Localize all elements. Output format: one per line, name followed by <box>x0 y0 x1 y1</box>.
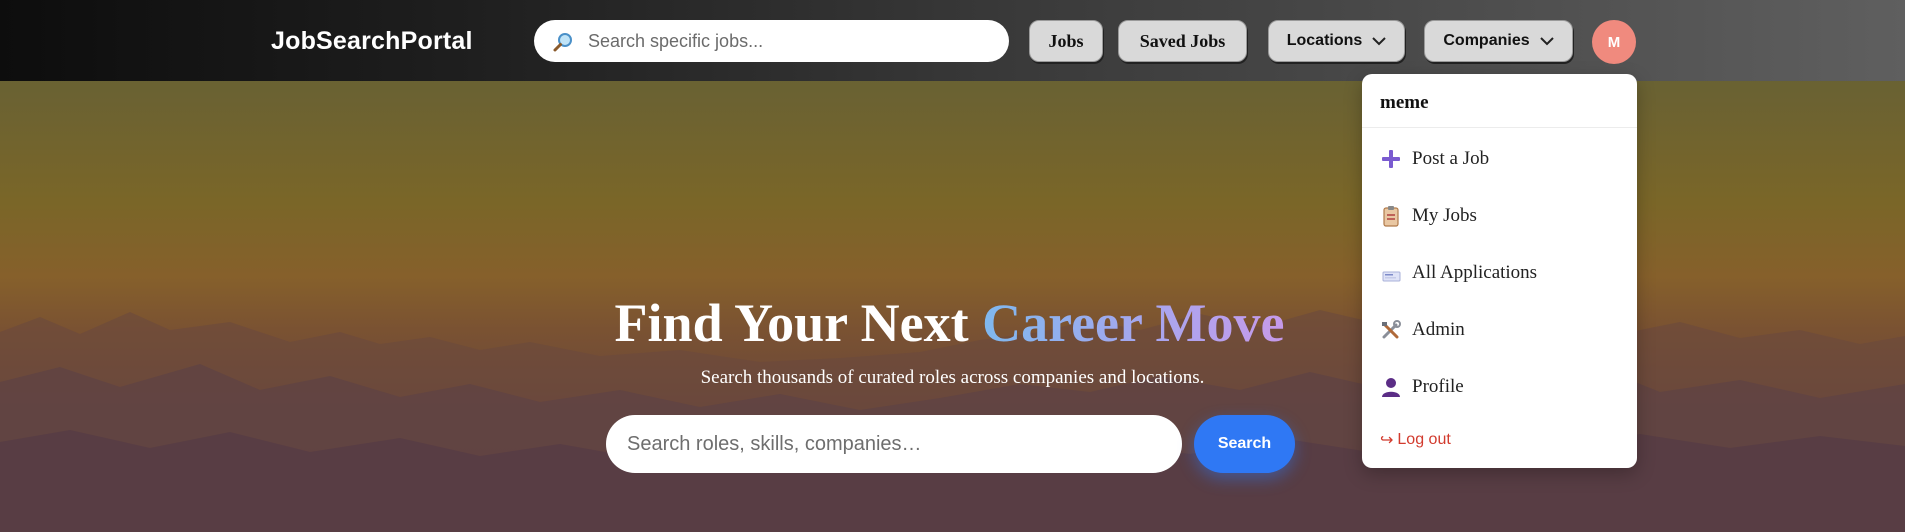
saved-jobs-button-label: Saved Jobs <box>1139 30 1226 51</box>
top-navbar: JobSearchPortal Jobs Saved Jobs Location… <box>0 0 1905 81</box>
saved-jobs-button[interactable]: Saved Jobs <box>1118 20 1247 62</box>
dropdown-username: meme <box>1380 92 1429 113</box>
menu-item-all-applications[interactable]: All Applications <box>1380 258 1537 288</box>
menu-item-label: All Applications <box>1412 262 1538 283</box>
menu-item-admin[interactable]: Admin <box>1380 315 1465 345</box>
menu-item-profile[interactable]: Profile <box>1380 372 1464 402</box>
user-menu-dropdown: meme Post a Job My Jobs All Applications… <box>1362 74 1637 468</box>
magnifier-icon <box>552 31 574 53</box>
dropdown-divider <box>1362 127 1637 128</box>
logout-link[interactable]: ↪ Log out <box>1380 430 1451 450</box>
companies-button-label: Companies <box>1443 32 1530 49</box>
user-avatar[interactable]: M <box>1592 20 1636 64</box>
plus-icon <box>1380 148 1402 170</box>
menu-item-my-jobs[interactable]: My Jobs <box>1380 201 1477 231</box>
logout-label: Log out <box>1397 431 1451 448</box>
jobs-button-label: Jobs <box>1048 30 1084 51</box>
chevron-down-icon <box>1539 36 1554 45</box>
menu-item-label: Profile <box>1412 376 1464 397</box>
hero-search-input[interactable] <box>627 429 1157 459</box>
chevron-down-icon <box>1372 36 1386 45</box>
cards-icon <box>1380 262 1402 284</box>
nav-search-box[interactable] <box>534 20 1009 62</box>
locations-button-label: Locations <box>1286 32 1363 49</box>
brand-logo[interactable]: JobSearchPortal <box>271 27 473 56</box>
companies-dropdown-button[interactable]: Companies <box>1424 20 1573 62</box>
menu-item-label: Post a Job <box>1412 148 1490 169</box>
hero-title-accent: Career Move <box>982 293 1285 353</box>
nav-search-input[interactable] <box>588 28 988 54</box>
locations-dropdown-button[interactable]: Locations <box>1268 20 1405 62</box>
menu-item-label: My Jobs <box>1412 205 1477 226</box>
jobs-button[interactable]: Jobs <box>1029 20 1103 62</box>
menu-item-post-a-job[interactable]: Post a Job <box>1380 144 1489 174</box>
hero-search-box[interactable] <box>606 415 1182 473</box>
tools-icon <box>1380 319 1402 341</box>
hero-title-main: Find Your Next <box>614 293 983 353</box>
clipboard-icon <box>1380 205 1402 227</box>
search-button[interactable]: Search <box>1194 415 1295 473</box>
menu-item-label: Admin <box>1412 319 1465 340</box>
logout-arrow-icon: ↪ <box>1380 432 1394 449</box>
person-icon <box>1380 376 1402 398</box>
